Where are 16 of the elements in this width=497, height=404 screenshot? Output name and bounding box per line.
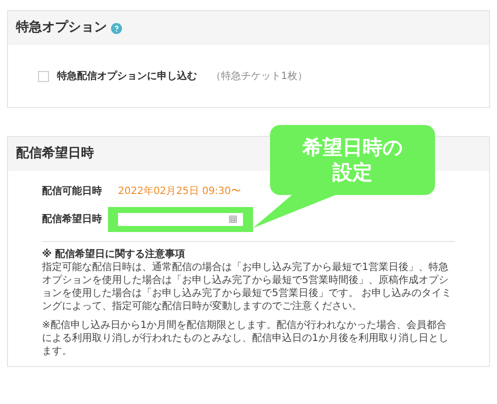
panel-title: 配信希望日時 <box>16 144 94 164</box>
note-paragraph: ※配信申し込み日から1か月間を配信期限とします。配信が行われなかった場合、会員都合による利用取り消しが行われたものとみなし、配信申込日の1か月後を利用取り消し日とします。 <box>42 319 450 358</box>
calendar-icon[interactable] <box>229 215 237 223</box>
panel-title: 特急オプション <box>16 18 107 38</box>
ticket-note: （特急チケット1枚） <box>211 70 308 84</box>
checkbox[interactable] <box>38 70 49 82</box>
field-label: 配信希望日時 <box>42 212 103 226</box>
available-date: 2022年02月25日 09:30〜 <box>118 184 241 198</box>
note-paragraph: 指定可能な配信日時は、通常配信の場合は「お申し込み完了から最短で1営業日後」、特急オプションを使用した場合は「お申し込み完了から最短で5営業時間後」、原稿作成オプションを使用した場合は「お申し込み完了から最短で5営業日後」です。 お申し込みのタイミングによって、指定可能な配信日時が変動しますのでご注意ください。 <box>42 261 453 313</box>
date-field[interactable] <box>118 212 243 226</box>
help-icon[interactable] <box>111 22 122 34</box>
checkbox-label[interactable]: 特急配信オプションに申し込む <box>57 68 197 84</box>
callout-text: 希望日時の <box>302 135 402 160</box>
callout-text: 設定 <box>332 160 372 185</box>
field-label: 配信可能日時 <box>42 184 103 198</box>
notes-heading: ※ 配信希望日に関する注意事項 <box>42 248 186 261</box>
